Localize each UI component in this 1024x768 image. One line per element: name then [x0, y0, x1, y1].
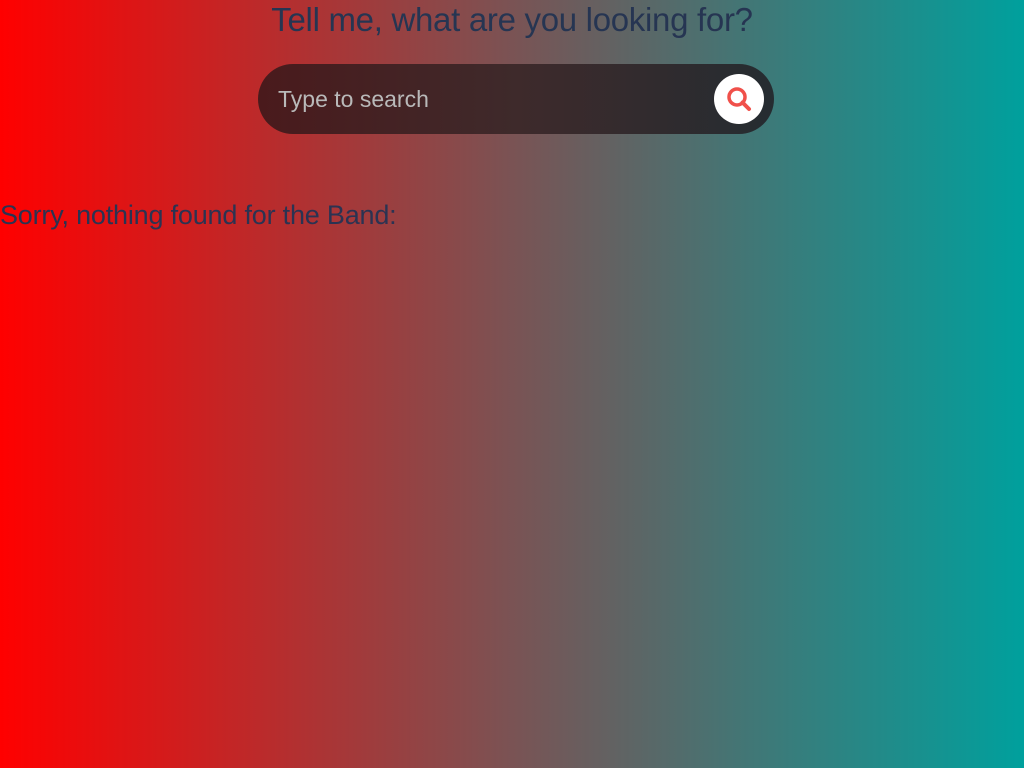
search-button[interactable] [714, 74, 764, 124]
search-icon [727, 87, 751, 111]
no-results-message: Sorry, nothing found for the Band: [0, 200, 397, 230]
search-bar [258, 64, 774, 134]
search-input[interactable] [278, 64, 698, 134]
page-heading: Tell me, what are you looking for? [271, 1, 753, 38]
